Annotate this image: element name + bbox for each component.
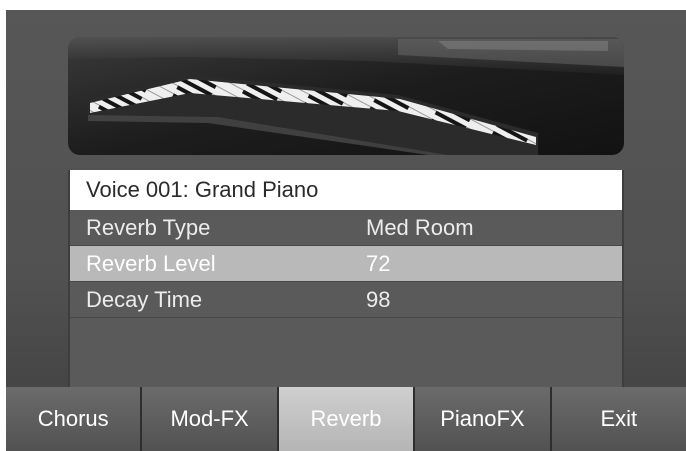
tab-pianofx[interactable]: PianoFX — [415, 387, 552, 451]
param-row-reverb-level[interactable]: Reverb Level 72 — [70, 246, 622, 282]
synth-display: Voice 001: Grand Piano Reverb Type Med R… — [6, 10, 686, 451]
param-label: Reverb Type — [86, 215, 211, 240]
param-row-decay-time[interactable]: Decay Time 98 — [70, 282, 622, 318]
param-label: Decay Time — [86, 287, 203, 312]
tab-exit[interactable]: Exit — [551, 387, 686, 451]
grand-piano-image — [68, 37, 624, 155]
tab-mod-fx[interactable]: Mod-FX — [142, 387, 279, 451]
tab-chorus[interactable]: Chorus — [6, 387, 143, 451]
parameter-list: Voice 001: Grand Piano Reverb Type Med R… — [68, 170, 624, 388]
param-value: 98 — [366, 287, 391, 312]
param-row-reverb-type[interactable]: Reverb Type Med Room — [70, 210, 622, 246]
voice-title: Voice 001: Grand Piano — [70, 170, 622, 210]
param-value: Med Room — [366, 215, 474, 240]
param-value: 72 — [366, 251, 391, 276]
function-tab-bar: Chorus Mod-FX Reverb PianoFX Exit — [6, 387, 686, 451]
param-label: Reverb Level — [86, 251, 216, 276]
tab-reverb[interactable]: Reverb — [278, 387, 416, 451]
